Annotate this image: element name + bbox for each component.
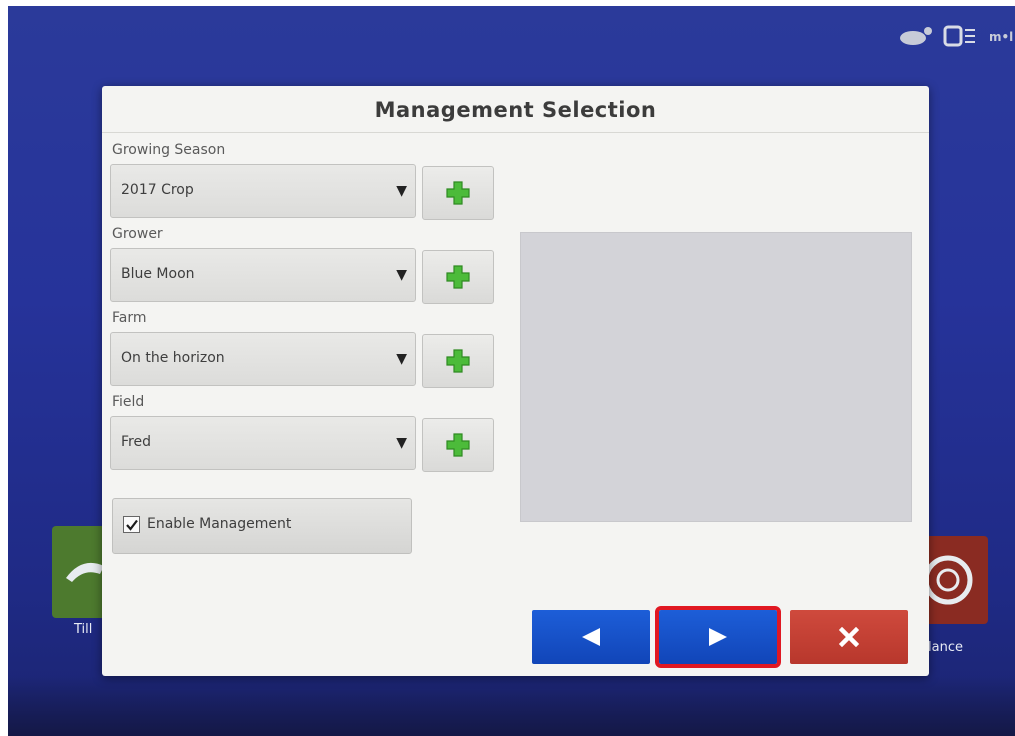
add-field-button[interactable] (422, 418, 494, 472)
enable-management-toggle[interactable]: Enable Management (112, 498, 412, 554)
grower-value: Blue Moon (121, 266, 195, 282)
dropdown-arrow-icon: ▼ (396, 183, 407, 199)
add-growing-season-button[interactable] (422, 166, 494, 220)
enable-management-checkbox[interactable] (123, 516, 140, 533)
farm-value: On the horizon (121, 350, 225, 366)
tillage-tile-label: Till (74, 622, 93, 637)
guidance-tile-label: lance (928, 640, 963, 655)
dialog-title: Management Selection (374, 98, 657, 122)
plus-icon (446, 265, 470, 289)
back-arrow-icon (582, 628, 600, 646)
screen-bottom-shade (8, 676, 1015, 736)
cancel-button[interactable] (790, 610, 908, 664)
display-status-icon[interactable] (943, 24, 981, 48)
enable-management-label: Enable Management (147, 516, 292, 532)
back-button[interactable] (532, 610, 650, 664)
farm-label: Farm (112, 310, 147, 326)
dropdown-arrow-icon: ▼ (396, 351, 407, 367)
next-button[interactable] (655, 606, 781, 668)
close-icon (839, 627, 859, 647)
plus-icon (446, 181, 470, 205)
gps-receiver-icon[interactable] (897, 25, 935, 47)
farm-dropdown[interactable]: On the horizon ▼ (110, 332, 416, 386)
field-value: Fred (121, 434, 151, 450)
field-label: Field (112, 394, 145, 410)
dropdown-arrow-icon: ▼ (396, 435, 407, 451)
field-preview-panel (520, 232, 912, 522)
add-farm-button[interactable] (422, 334, 494, 388)
checkmark-icon (126, 519, 138, 531)
status-bar: m•l (897, 24, 1015, 48)
grower-label: Grower (112, 226, 163, 242)
next-arrow-icon (709, 628, 727, 646)
growing-season-dropdown[interactable]: 2017 Crop ▼ (110, 164, 416, 218)
plus-icon (446, 433, 470, 457)
title-divider (102, 132, 929, 133)
add-grower-button[interactable] (422, 250, 494, 304)
grower-dropdown[interactable]: Blue Moon ▼ (110, 248, 416, 302)
svg-text:m•l: m•l (989, 30, 1013, 44)
growing-season-value: 2017 Crop (121, 182, 194, 198)
connectivity-icon[interactable]: m•l (989, 26, 1015, 46)
growing-season-label: Growing Season (112, 142, 226, 158)
field-dropdown[interactable]: Fred ▼ (110, 416, 416, 470)
management-selection-dialog: Management Selection Growing Season 2017… (102, 86, 929, 676)
plus-icon (446, 349, 470, 373)
dropdown-arrow-icon: ▼ (396, 267, 407, 283)
